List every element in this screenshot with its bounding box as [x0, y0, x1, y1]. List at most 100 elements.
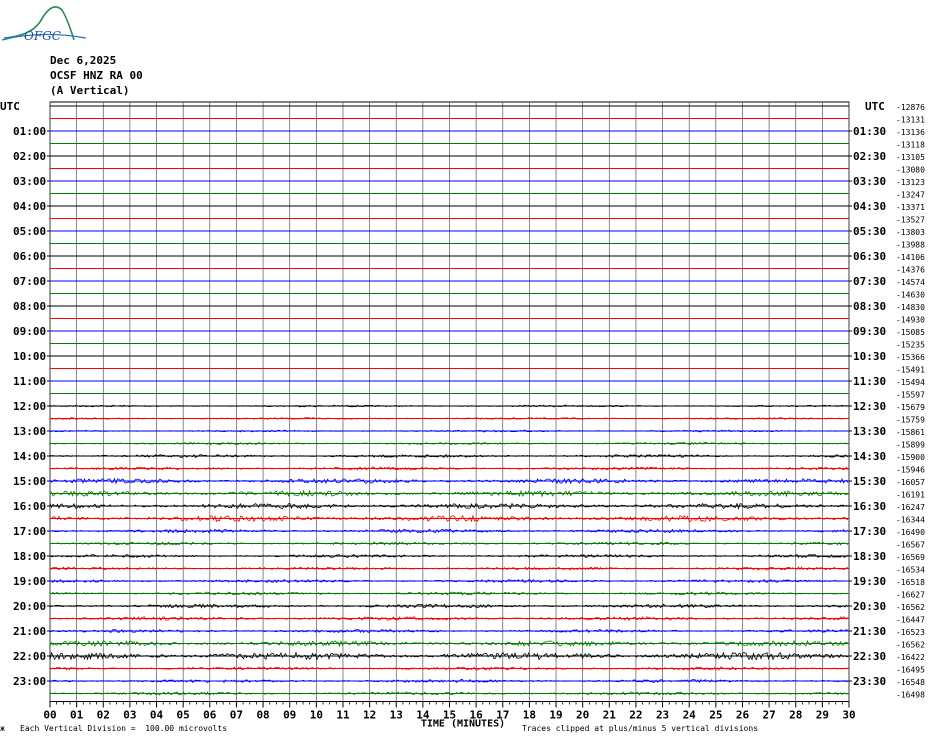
- seismic-trace: [49, 441, 849, 446]
- left-hour-label: 17:00: [13, 525, 46, 538]
- right-hour-label: 07:30: [853, 275, 886, 288]
- right-hour-label: 17:30: [853, 525, 886, 538]
- trace-offset-label: -16495: [896, 666, 925, 675]
- left-hour-label: 06:00: [13, 250, 46, 263]
- x-tick-label: 29: [816, 709, 829, 722]
- trace-offset-label: -12876: [896, 103, 925, 112]
- trace-offset-label: -13988: [896, 241, 925, 250]
- x-tick-label: 09: [283, 709, 296, 722]
- right-hour-label: 10:30: [853, 350, 886, 363]
- x-tick-label: 28: [789, 709, 802, 722]
- left-hour-label: 11:00: [13, 375, 46, 388]
- right-hour-label: 20:30: [853, 600, 886, 613]
- left-hour-label: 23:00: [13, 675, 46, 688]
- trace-offset-label: -16548: [896, 678, 925, 687]
- left-hour-label: 12:00: [13, 400, 46, 413]
- right-hour-label: 19:30: [853, 575, 886, 588]
- x-axis-title: TIME (MINUTES): [421, 719, 505, 730]
- x-tick-label: 10: [310, 709, 323, 722]
- trace-offset-label: -15491: [896, 366, 925, 375]
- right-hour-label: 02:30: [853, 150, 886, 163]
- right-hour-label: 11:30: [853, 375, 886, 388]
- left-hour-label: 10:00: [13, 350, 46, 363]
- trace-offset-label: -16627: [896, 591, 925, 600]
- trace-offset-label: -13136: [896, 128, 925, 137]
- trace-offset-label: -14574: [896, 278, 925, 287]
- left-hour-label: 07:00: [13, 275, 46, 288]
- trace-offset-label: -14930: [896, 316, 925, 325]
- x-tick-label: 27: [762, 709, 775, 722]
- trace-offset-label: -15679: [896, 403, 925, 412]
- left-hour-label: 19:00: [13, 575, 46, 588]
- right-hour-label: 21:30: [853, 625, 886, 638]
- right-hour-label: 18:30: [853, 550, 886, 563]
- trace-offset-label: -13080: [896, 166, 925, 175]
- left-hour-label: 13:00: [13, 425, 46, 438]
- trace-offset-label: -15235: [896, 341, 925, 350]
- x-tick-label: 21: [603, 709, 617, 722]
- trace-offset-label: -13527: [896, 216, 925, 225]
- x-tick-label: 25: [709, 709, 722, 722]
- seismic-trace: [49, 591, 849, 596]
- right-hour-label: 04:30: [853, 200, 886, 213]
- x-tick-label: 03: [123, 709, 136, 722]
- trace-offset-label: -14630: [896, 291, 925, 300]
- left-hour-label: 08:00: [13, 300, 46, 313]
- trace-offset-label: -13371: [896, 203, 925, 212]
- seismic-trace: [49, 541, 849, 546]
- trace-offset-label: -13247: [896, 191, 925, 200]
- left-hour-label: 02:00: [13, 150, 46, 163]
- x-tick-label: 11: [336, 709, 350, 722]
- right-hour-label: 16:30: [853, 500, 886, 513]
- x-tick-label: 04: [150, 709, 164, 722]
- trace-offset-label: -16344: [896, 516, 925, 525]
- x-tick-label: 06: [203, 709, 217, 722]
- trace-offset-label: -16562: [896, 641, 925, 650]
- right-hour-label: 03:30: [853, 175, 886, 188]
- left-hour-label: 09:00: [13, 325, 46, 338]
- trace-offset-label: -16534: [896, 566, 925, 575]
- scale-note: Each Vertical Division = 100.00 microvol…: [20, 724, 228, 733]
- x-tick-label: 00: [43, 709, 56, 722]
- helicorder-plot: -12876 -13131 -13136 -13118 -13105 -13080 -131…: [0, 100, 925, 730]
- trace-offset-label: -16247: [896, 503, 925, 512]
- clip-note: Traces clipped at plus/minus 5 vertical …: [522, 724, 759, 733]
- trace-offset-label: -13118: [896, 141, 925, 150]
- trace-offset-label: -14830: [896, 303, 925, 312]
- left-hour-label: 16:00: [13, 500, 46, 513]
- trace-offset-label: -13123: [896, 178, 925, 187]
- left-hour-label: 18:00: [13, 550, 46, 563]
- x-tick-label: 20: [576, 709, 589, 722]
- trace-offset-label: -16569: [896, 553, 925, 562]
- right-hour-label: 08:30: [853, 300, 886, 313]
- trace-offset-label: -15597: [896, 391, 925, 400]
- seismic-trace: [49, 404, 849, 408]
- left-hour-label: 03:00: [13, 175, 46, 188]
- x-tick-label: 12: [363, 709, 376, 722]
- trace-offset-label: -16567: [896, 541, 925, 550]
- x-tick-label: 19: [549, 709, 562, 722]
- trace-offset-label: -16490: [896, 528, 925, 537]
- x-tick-label: 18: [523, 709, 536, 722]
- right-hour-label: 14:30: [853, 450, 886, 463]
- trace-offset-label: -14106: [896, 253, 925, 262]
- trace-offset-label: -16523: [896, 628, 925, 637]
- seismic-trace: [49, 553, 849, 559]
- right-hour-label: 23:30: [853, 675, 886, 688]
- x-tick-label: 01: [70, 709, 84, 722]
- left-hour-label: 14:00: [13, 450, 46, 463]
- left-hour-label: 20:00: [13, 600, 46, 613]
- trace-offset-label: -15861: [896, 428, 925, 437]
- trace-offset-label: -16562: [896, 603, 925, 612]
- left-hour-label: 21:00: [13, 625, 46, 638]
- trace-offset-label: -16447: [896, 616, 925, 625]
- left-utc-title: UTC: [0, 100, 20, 113]
- trace-offset-label: -15366: [896, 353, 925, 362]
- x-tick-label: 30: [842, 709, 855, 722]
- x-tick-label: 07: [230, 709, 243, 722]
- right-hour-label: 22:30: [853, 650, 886, 663]
- left-hour-label: 01:00: [13, 125, 46, 138]
- left-hour-label: 22:00: [13, 650, 46, 663]
- trace-offset-label: -15759: [896, 416, 925, 425]
- right-hour-label: 09:30: [853, 325, 886, 338]
